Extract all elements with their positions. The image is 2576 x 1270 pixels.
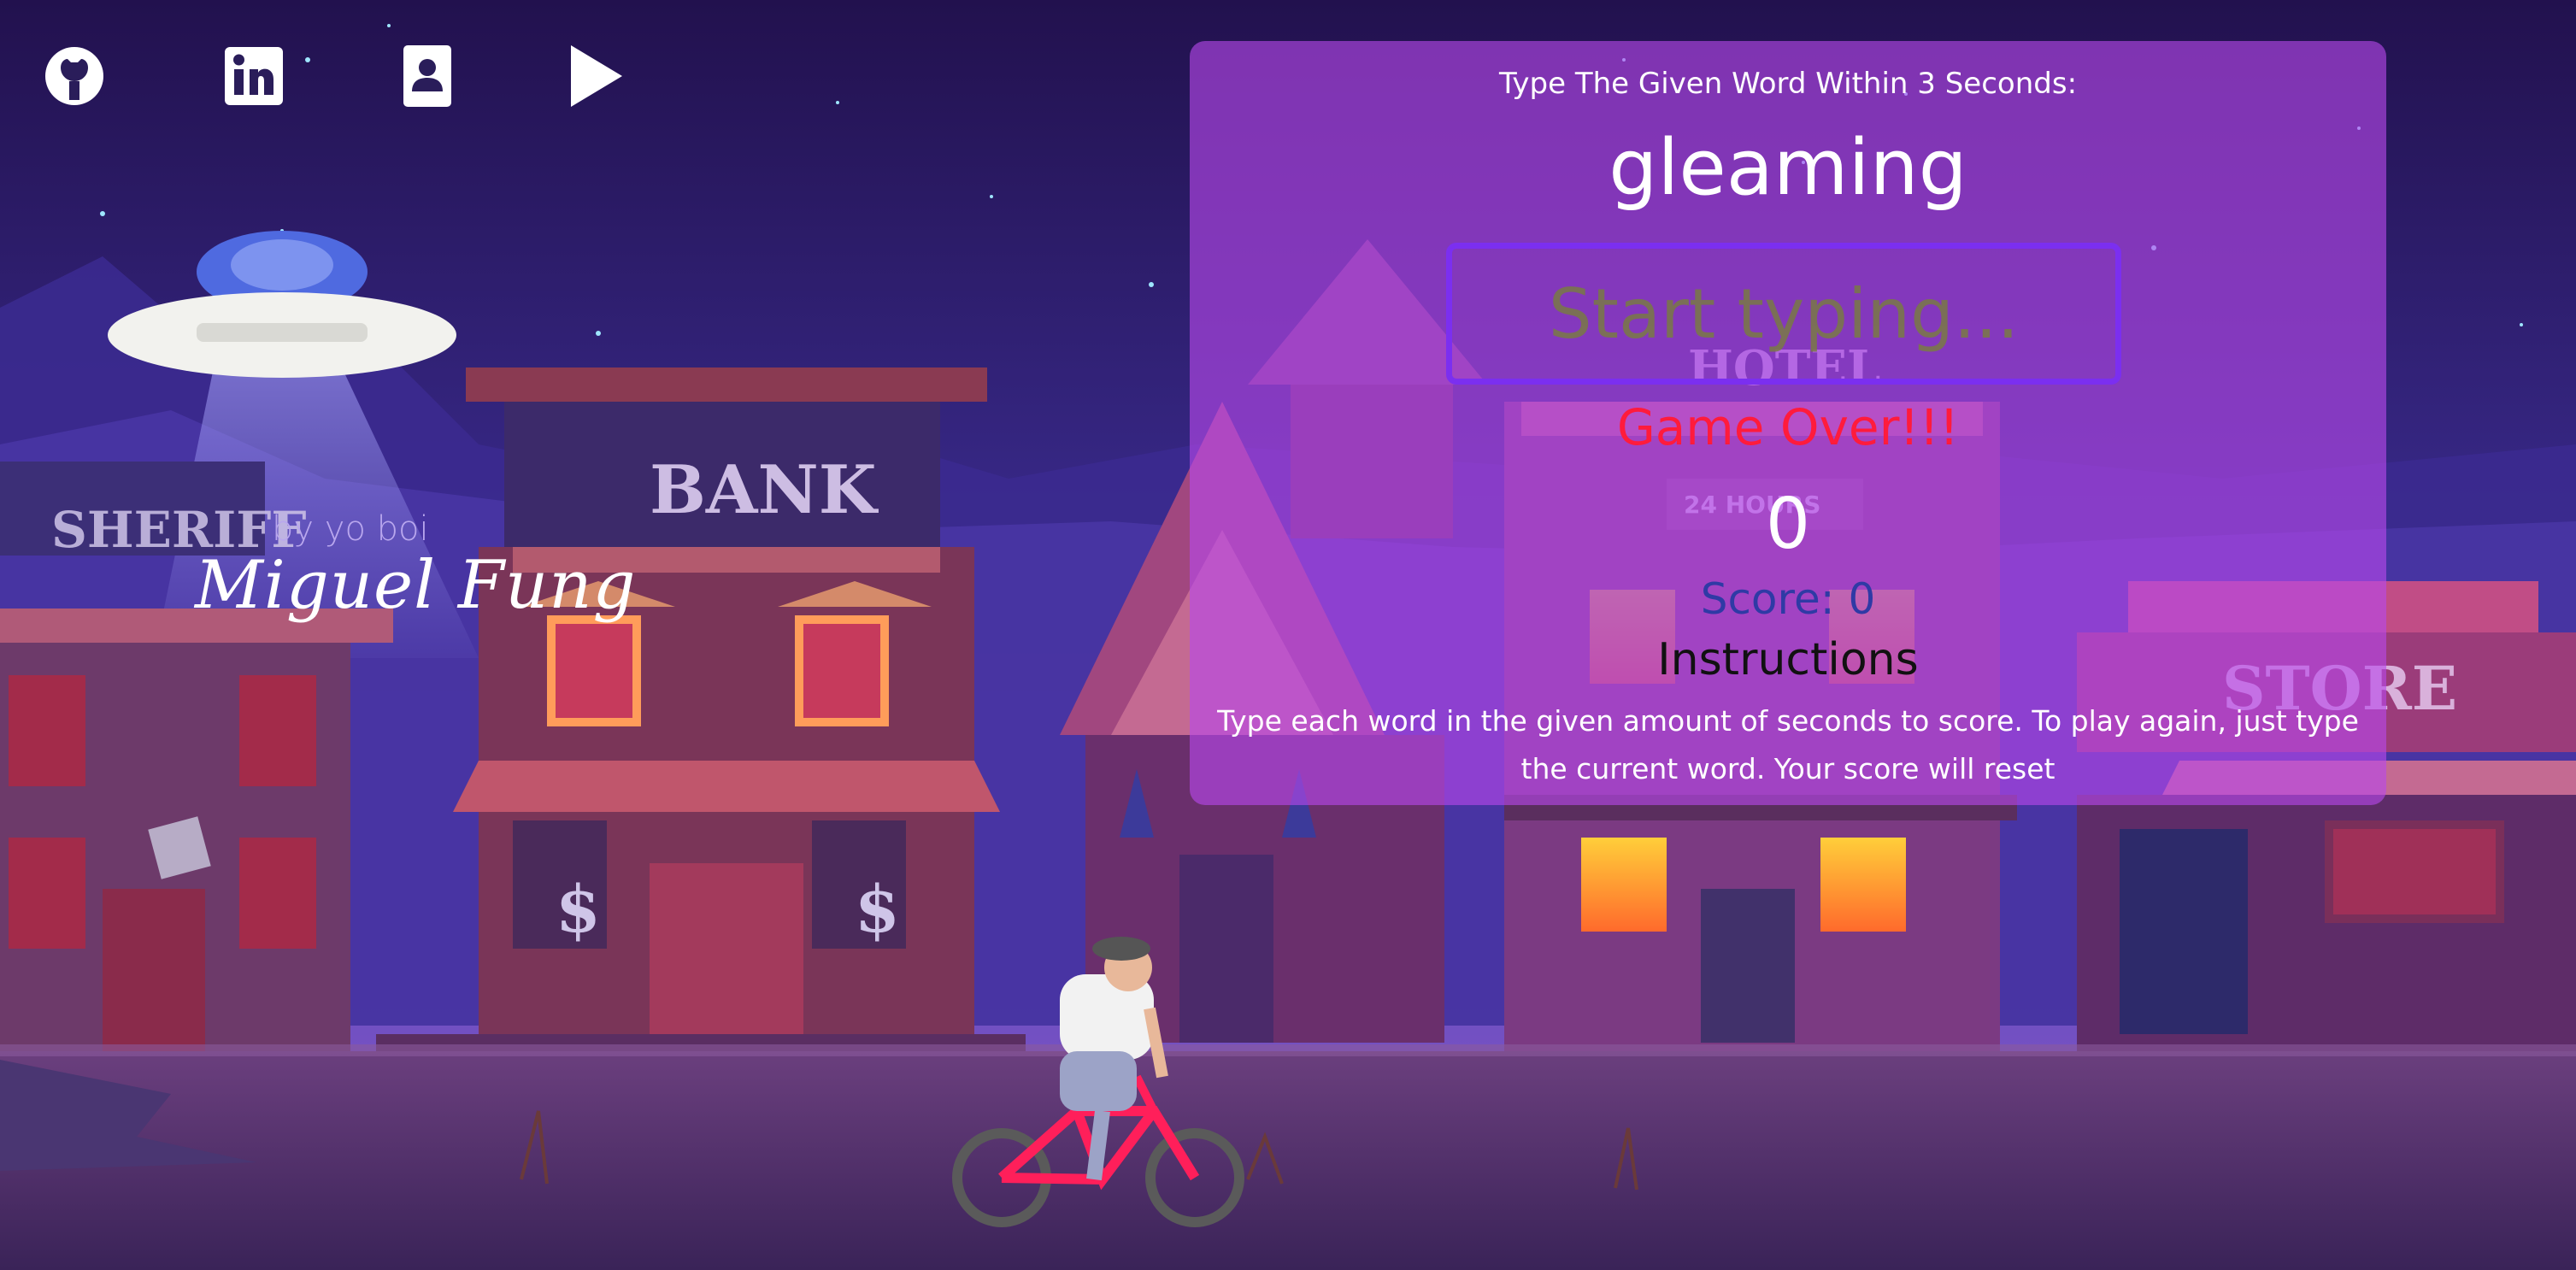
game-over-message: Game Over!!!	[1616, 398, 1960, 456]
contact-card-icon[interactable]	[389, 38, 466, 115]
linkedin-icon[interactable]	[215, 38, 292, 115]
svg-text:BANK: BANK	[650, 451, 879, 529]
instructions-text: Type each word in the given amount of se…	[1217, 704, 2359, 785]
seconds-remaining: 0	[1765, 484, 1811, 565]
svg-text:$: $	[556, 871, 601, 947]
svg-text:$: $	[855, 871, 900, 947]
instructions-heading: Instructions	[1657, 634, 1919, 685]
credit-by-label: by yo boi	[272, 509, 429, 549]
word-input[interactable]	[1446, 243, 2121, 385]
game-prompt: Type The Given Word Within 3 Seconds:	[1498, 67, 2078, 101]
author-name: Miguel Fung	[195, 547, 637, 624]
play-icon[interactable]	[557, 38, 634, 115]
current-word: gleaming	[1609, 123, 1967, 213]
game-panel: Type The Given Word Within 3 Seconds: gl…	[1190, 41, 2386, 805]
github-icon[interactable]	[36, 38, 113, 115]
score-display: Score: 0	[1700, 574, 1876, 624]
